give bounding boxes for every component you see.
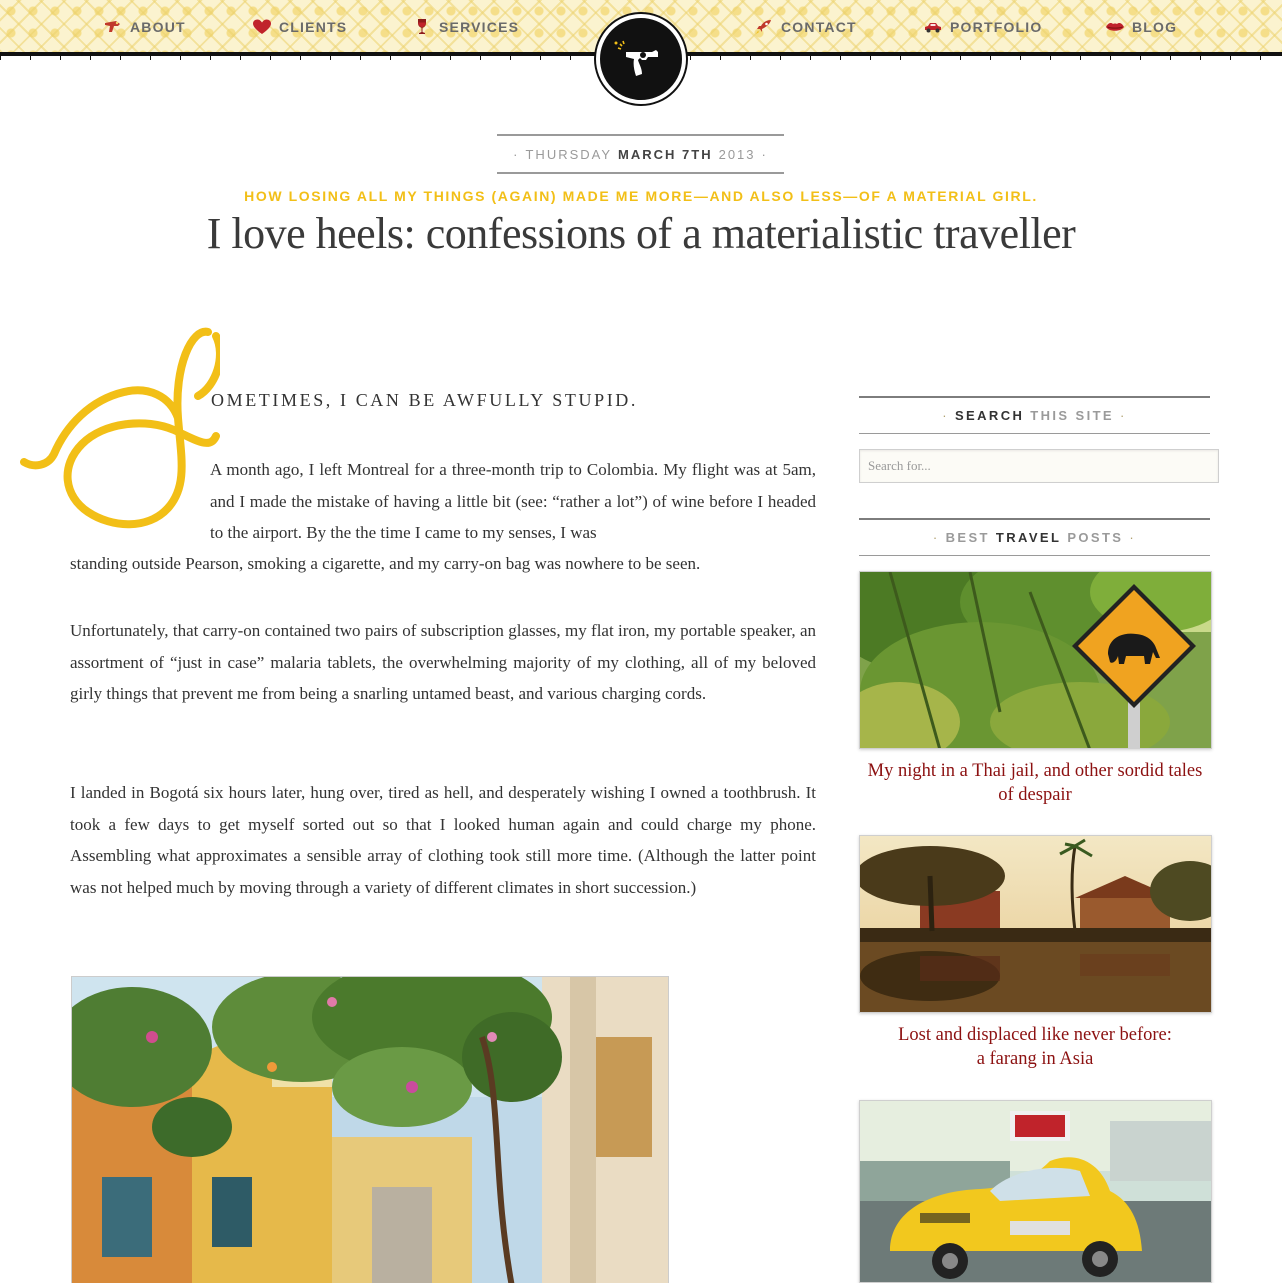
date-dot: · (761, 146, 768, 162)
paragraph-2: Unfortunately, that carry-on contained t… (70, 621, 816, 704)
travel-heading-light: POSTS (1067, 530, 1124, 545)
lips-icon (1106, 19, 1124, 35)
paragraph-1: A month ago, I left Montreal for a three… (210, 460, 816, 543)
site-logo[interactable] (596, 14, 686, 104)
revolver-icon (614, 40, 658, 76)
nav-services-label: SERVICES (439, 19, 520, 35)
travel-post-thumbnail-2[interactable] (859, 835, 1212, 1013)
date-weekday: THURSDAY (525, 146, 613, 162)
dropcap-letter (20, 326, 224, 531)
date-year: 2013 (718, 146, 756, 162)
nav-blog-label: BLOG (1132, 19, 1178, 35)
post-date: · THURSDAY MARCH 7TH 2013 · (497, 134, 784, 174)
search-widget-heading: · SEARCH THIS SITE · (859, 396, 1210, 434)
nav-contact-label: CONTACT (781, 19, 857, 35)
wine-glass-icon (413, 19, 431, 35)
travel-post-thumbnail-3[interactable] (859, 1100, 1212, 1283)
article-photo-street (71, 976, 669, 1283)
heading-dot: · (942, 408, 949, 423)
heading-dot: · (1129, 530, 1137, 545)
travel-widget-heading: · BEST TRAVEL POSTS · (859, 518, 1210, 556)
nav-clients[interactable]: CLIENTS (253, 17, 347, 37)
heart-icon (253, 19, 271, 35)
paragraph-1-continued: standing outside Pearson, smoking a ciga… (70, 554, 701, 573)
travel-heading-light: BEST (945, 530, 990, 545)
nav-about-label: ABOUT (130, 19, 186, 35)
travel-post-title-1[interactable]: My night in a Thai jail, and other sordi… (849, 759, 1221, 807)
travel-post-title-2[interactable]: Lost and displaced like never before: a … (849, 1023, 1221, 1071)
nav-clients-label: CLIENTS (279, 19, 348, 35)
nav-blog[interactable]: BLOG (1106, 17, 1177, 37)
heading-dot: · (932, 530, 940, 545)
car-icon (924, 19, 942, 35)
paragraph-3: I landed in Bogotá six hours later, hung… (70, 783, 816, 898)
nav-services[interactable]: SERVICES (413, 17, 519, 37)
nav-about[interactable]: ABOUT (104, 17, 186, 37)
date-dot: · (513, 146, 520, 162)
nav-portfolio-label: PORTFOLIO (950, 19, 1043, 35)
date-month-day: MARCH 7TH (618, 146, 713, 162)
search-input[interactable] (859, 449, 1219, 483)
lead-sentence: ometimes, I can be awfully stupid. (211, 390, 638, 410)
search-heading-strong: SEARCH (954, 408, 1025, 423)
heading-dot: · (1120, 408, 1127, 423)
nav-contact[interactable]: CONTACT (755, 17, 857, 37)
post-title: I love heels: confessions of a materiali… (206, 209, 1076, 258)
travel-post-thumbnail-1[interactable] (859, 571, 1212, 749)
nav-portfolio[interactable]: PORTFOLIO (924, 17, 1042, 37)
rocket-icon (755, 19, 773, 35)
raygun-icon (104, 19, 122, 35)
post-kicker: HOW LOSING ALL MY THINGS (AGAIN) MADE ME… (244, 188, 1038, 204)
search-heading-light: THIS SITE (1030, 408, 1114, 423)
travel-heading-strong: TRAVEL (995, 530, 1062, 545)
